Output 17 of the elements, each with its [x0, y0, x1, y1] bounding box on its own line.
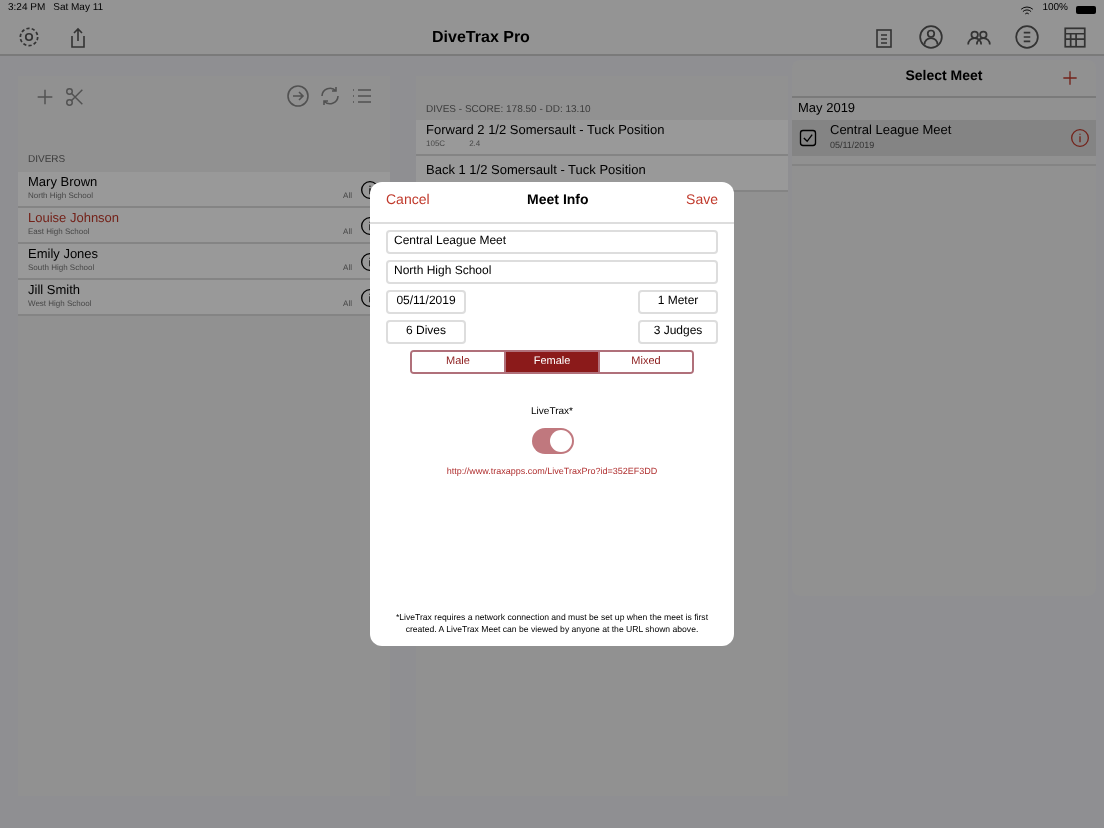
app-title: DiveTrax Pro: [430, 25, 532, 49]
scissors-icon[interactable]: [64, 85, 86, 107]
livetrax-toggle[interactable]: [531, 427, 573, 453]
list-circle-icon[interactable]: [1014, 24, 1040, 50]
settings-icon[interactable]: [16, 24, 42, 50]
wifi-icon: [1020, 3, 1035, 17]
battery-icon: [1076, 6, 1096, 14]
list-icon[interactable]: [350, 84, 374, 108]
clipboard-icon[interactable]: [872, 25, 896, 49]
refresh-icon[interactable]: [318, 84, 342, 108]
arrow-circle-icon[interactable]: [286, 84, 310, 108]
share-icon[interactable]: [66, 25, 90, 49]
plus-icon[interactable]: [1060, 68, 1080, 88]
calendar-icon[interactable]: [1062, 24, 1088, 50]
person-icon[interactable]: [918, 24, 944, 50]
plus-icon[interactable]: [34, 85, 56, 107]
checkbox-icon: [798, 128, 818, 148]
